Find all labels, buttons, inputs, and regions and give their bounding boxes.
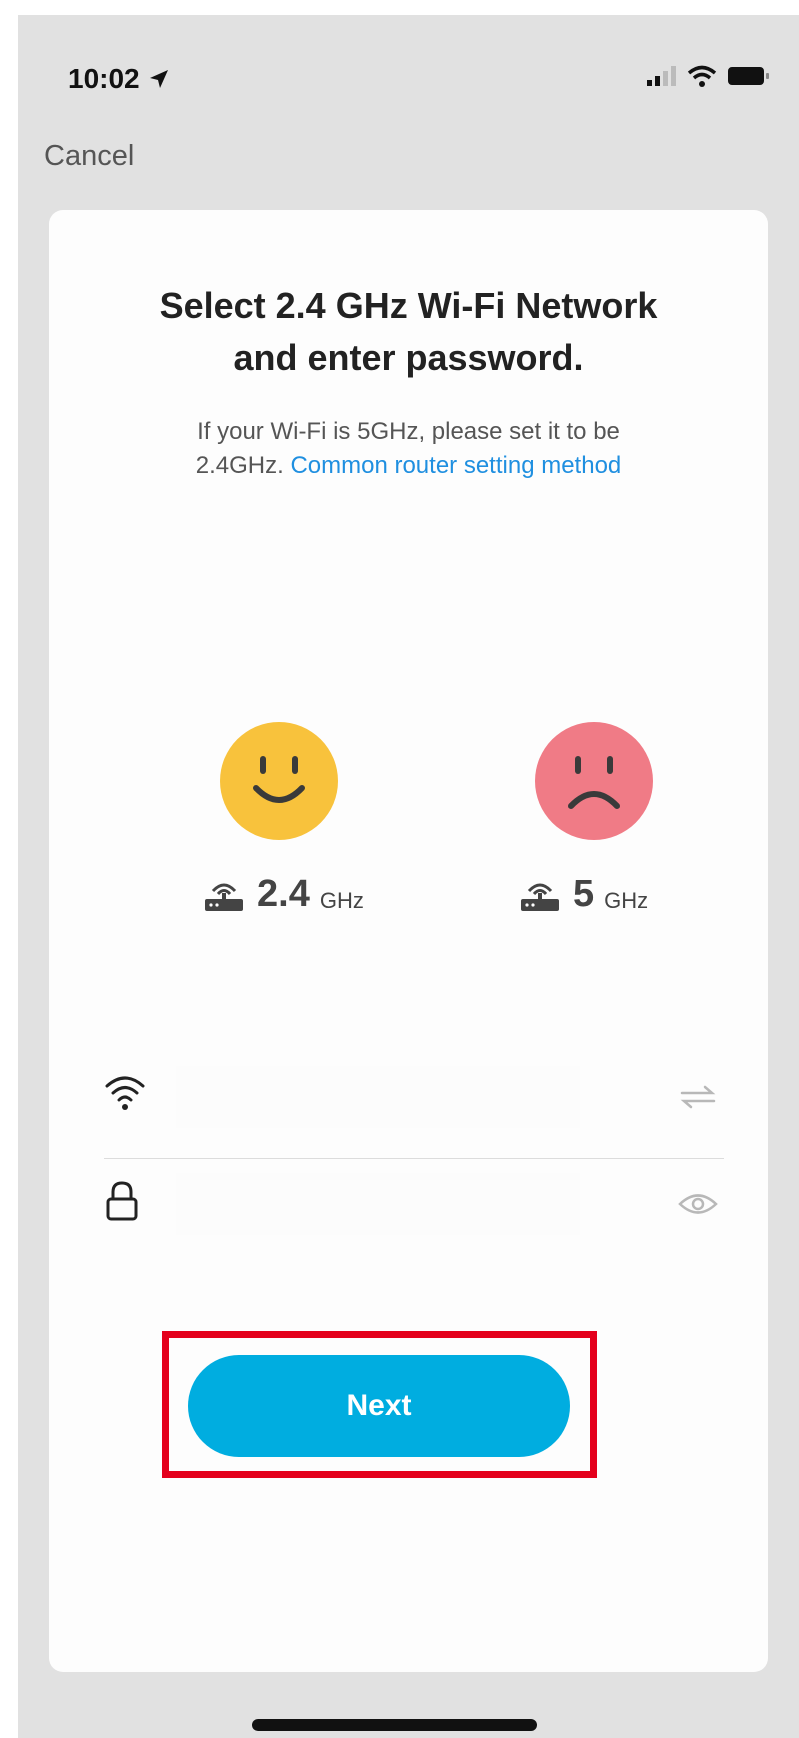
- router-setting-link[interactable]: Common router setting method: [290, 452, 621, 479]
- router-icon: [205, 883, 243, 911]
- cellular-signal-icon: [647, 66, 676, 86]
- eye-icon[interactable]: [678, 1191, 718, 1217]
- sad-face-icon: [535, 722, 653, 840]
- band-5-unit: GHz: [604, 888, 649, 913]
- subtitle: If your Wi-Fi is 5GHz, please set it to …: [49, 415, 768, 483]
- password-row: [104, 1165, 724, 1245]
- page-title: Select 2.4 GHz Wi-Fi Network and enter p…: [49, 280, 768, 384]
- band-2-4ghz: 2.4 GHz: [201, 875, 364, 913]
- wifi-icon: [105, 1076, 145, 1110]
- next-button[interactable]: Next: [188, 1355, 570, 1457]
- wifi-status-icon: [687, 65, 717, 87]
- title-line-2: and enter password.: [233, 337, 584, 378]
- battery-icon: [728, 67, 769, 85]
- phone-screen: 10:02 Cancel Select 2.4 GHz Wi-Fi Networ…: [18, 15, 799, 1738]
- status-time-text: 10:02: [68, 63, 140, 94]
- wifi-network-input[interactable]: [176, 1066, 580, 1128]
- band-2-4-unit: GHz: [319, 888, 364, 913]
- password-input[interactable]: [176, 1173, 580, 1235]
- router-icon: [521, 883, 559, 911]
- location-arrow-icon: [149, 70, 168, 88]
- happy-face-icon: [220, 722, 338, 840]
- switch-network-icon[interactable]: [678, 1084, 718, 1110]
- subtitle-line-2: 2.4GHz. Common router setting method: [49, 449, 768, 483]
- title-line-1: Select 2.4 GHz Wi-Fi Network: [159, 285, 658, 326]
- home-indicator: [252, 1719, 537, 1731]
- wifi-network-row: [104, 1058, 724, 1138]
- band-5ghz: 5 GHz: [517, 875, 648, 913]
- status-time: 10:02: [68, 63, 170, 95]
- subtitle-prefix: 2.4GHz.: [195, 452, 284, 479]
- cancel-button[interactable]: Cancel: [44, 140, 134, 173]
- field-divider: [104, 1158, 724, 1159]
- status-icons: [645, 65, 771, 87]
- band-2-4-value: 2.4: [257, 873, 310, 915]
- band-5-value: 5: [573, 873, 595, 915]
- lock-icon: [106, 1181, 138, 1221]
- subtitle-line-1: If your Wi-Fi is 5GHz, please set it to …: [197, 418, 620, 445]
